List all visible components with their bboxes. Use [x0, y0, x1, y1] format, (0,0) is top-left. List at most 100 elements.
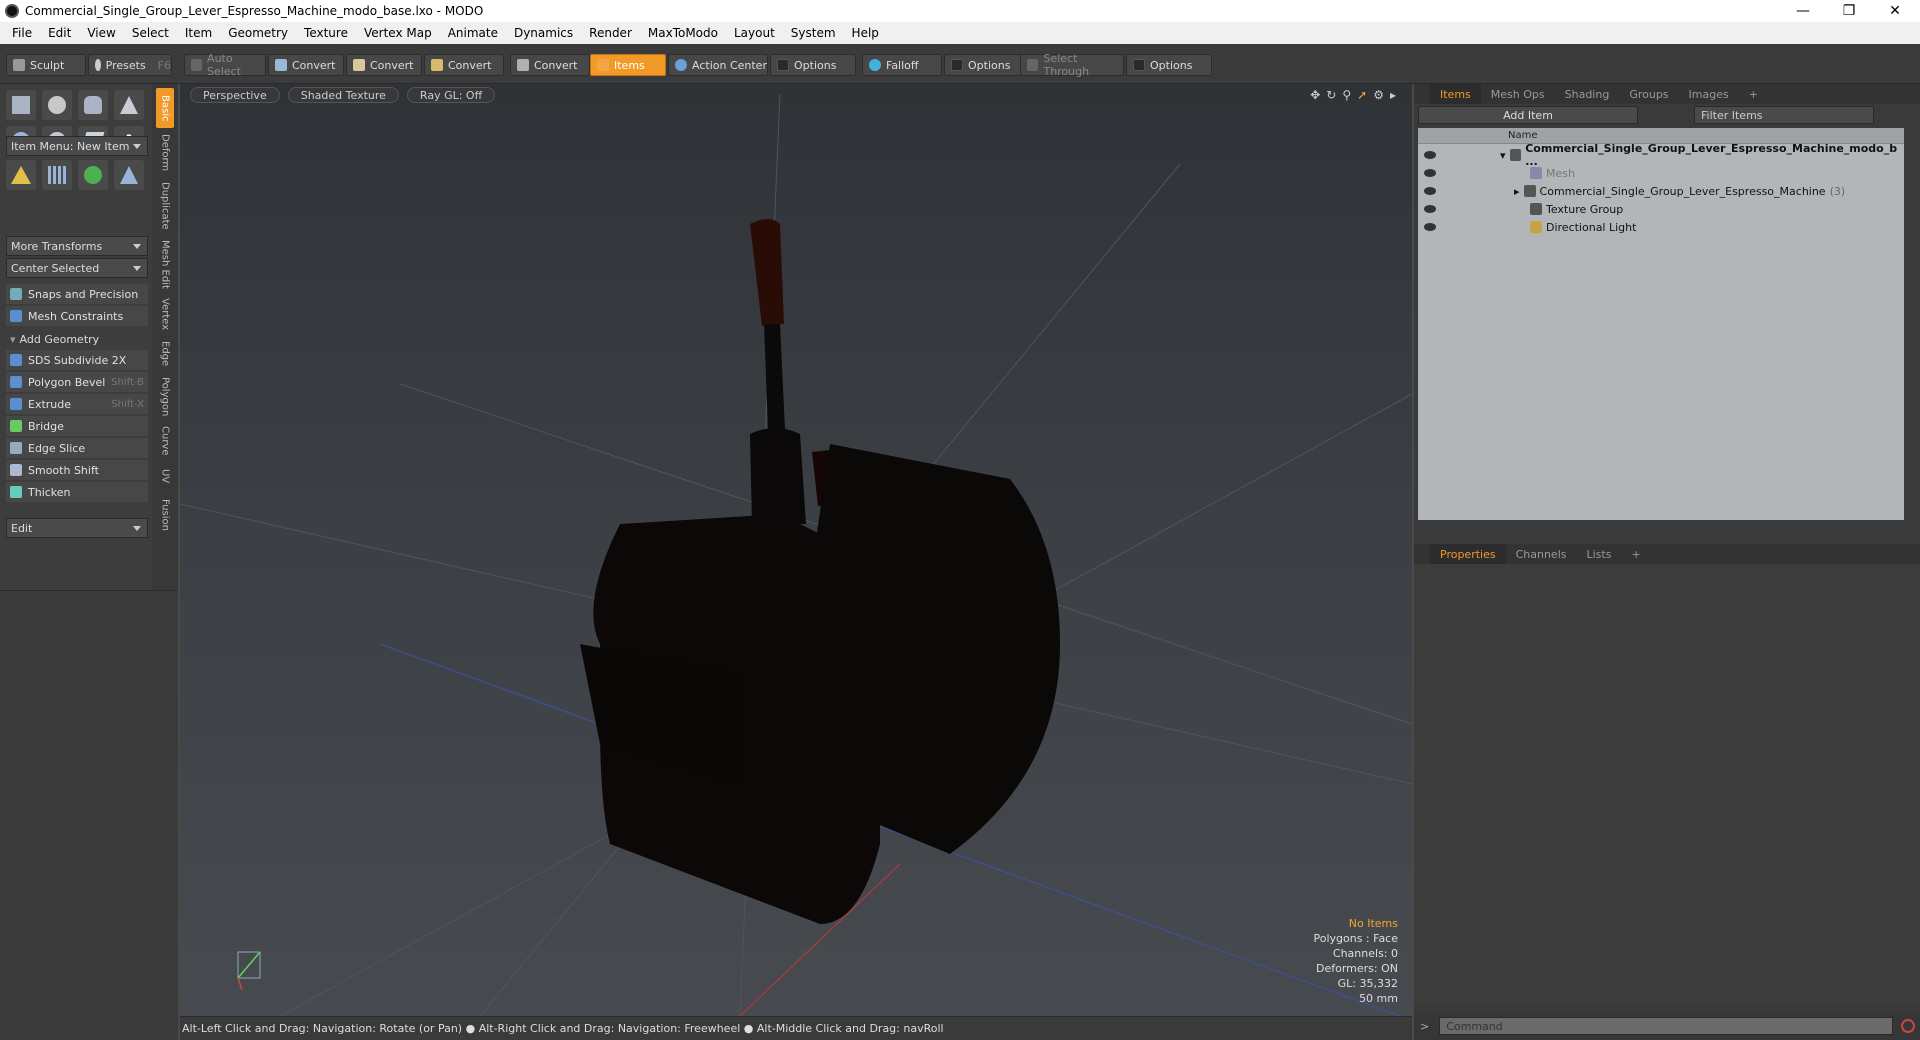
record-icon[interactable] [1901, 1019, 1916, 1033]
visibility-eye-icon[interactable] [1424, 151, 1436, 159]
falloff-button[interactable]: Falloff [862, 54, 942, 76]
3d-viewport[interactable]: Perspective Shaded Texture Ray GL: Off ✥… [180, 84, 1412, 1016]
transform-button[interactable] [6, 160, 36, 190]
mesh-constraints-button[interactable]: Mesh Constraints [6, 306, 148, 326]
tab-images[interactable]: Images [1679, 84, 1739, 104]
menu-item[interactable]: Item [177, 26, 220, 40]
center-selected-dropdown[interactable]: Center Selected [6, 258, 148, 278]
tree-row-texture-group[interactable]: Texture Group [1418, 200, 1904, 218]
add-item-dropdown[interactable]: Add Item [1418, 106, 1638, 124]
tab-items[interactable]: Items [1430, 84, 1481, 104]
tab-lists[interactable]: Lists [1577, 544, 1622, 564]
tab-channels[interactable]: Channels [1506, 544, 1577, 564]
select-through-button[interactable]: Select Through [1020, 52, 1124, 78]
menu-system[interactable]: System [783, 26, 844, 40]
vtab-basic[interactable]: Basic [156, 88, 174, 128]
extrude-button[interactable]: Extrude Shift-X [6, 394, 148, 414]
menu-maxtomodo[interactable]: MaxToModo [640, 26, 726, 40]
menu-texture[interactable]: Texture [296, 26, 356, 40]
tree-row-group[interactable]: ▸ Commercial_Single_Group_Lever_Espresso_… [1418, 182, 1904, 200]
add-tab-icon[interactable]: + [1621, 544, 1650, 564]
cone-primitive-button[interactable] [114, 90, 144, 120]
restore-icon[interactable]: ❐ [1826, 0, 1872, 22]
viewport-expand-icon[interactable]: ▸ [1390, 88, 1396, 102]
bridge-button[interactable]: Bridge [6, 416, 148, 436]
item-menu-dropdown[interactable]: Item Menu: New Item [6, 136, 148, 156]
edit-dropdown[interactable]: Edit [6, 518, 148, 538]
vtab-uv[interactable]: UV [156, 462, 174, 490]
vtab-polygon[interactable]: Polygon [156, 374, 174, 420]
vtab-duplicate[interactable]: Duplicate [156, 178, 174, 234]
convert-vertices-button[interactable]: Convert [268, 54, 344, 76]
menu-geometry[interactable]: Geometry [220, 26, 296, 40]
smooth-shift-button[interactable]: Smooth Shift [6, 460, 148, 480]
tab-groups[interactable]: Groups [1619, 84, 1678, 104]
grid-button[interactable] [42, 160, 72, 190]
snaps-precision-button[interactable]: Snaps and Precision [6, 284, 148, 304]
fit-view-icon[interactable]: ➚ [1357, 88, 1367, 102]
menu-select[interactable]: Select [124, 26, 177, 40]
edge-slice-button[interactable]: Edge Slice [6, 438, 148, 458]
vtab-vertex[interactable]: Vertex [156, 294, 174, 334]
tab-mesh-ops[interactable]: Mesh Ops [1481, 84, 1555, 104]
tab-properties[interactable]: Properties [1430, 544, 1506, 564]
menu-layout[interactable]: Layout [726, 26, 783, 40]
visibility-eye-icon[interactable] [1424, 169, 1436, 177]
add-geometry-header[interactable]: ▾ Add Geometry [6, 330, 148, 348]
raygl-toggle[interactable]: Ray GL: Off [406, 87, 496, 103]
tree-row-scene[interactable]: ▾ Commercial_Single_Group_Lever_Espresso_… [1418, 142, 1904, 168]
presets-button[interactable]: Presets F6 [88, 54, 172, 76]
globe-button[interactable] [78, 160, 108, 190]
more-transforms-dropdown[interactable]: More Transforms [6, 236, 148, 256]
visibility-eye-icon[interactable] [1424, 223, 1436, 231]
zoom-view-icon[interactable]: ⚲ [1342, 88, 1351, 102]
menu-file[interactable]: File [4, 26, 40, 40]
visibility-eye-icon[interactable] [1424, 187, 1436, 195]
vtab-edge[interactable]: Edge [156, 336, 174, 372]
tree-row-light[interactable]: Directional Light [1418, 218, 1904, 236]
menu-dynamics[interactable]: Dynamics [506, 26, 581, 40]
items-mode-button[interactable]: Items [590, 54, 666, 76]
viewport-settings-icon[interactable]: ⚙ [1373, 88, 1384, 102]
tab-shading[interactable]: Shading [1555, 84, 1620, 104]
menu-vertex-map[interactable]: Vertex Map [356, 26, 440, 40]
select-options-button[interactable]: Options [1126, 54, 1212, 76]
action-center-options-button[interactable]: Options [770, 54, 856, 76]
thicken-button[interactable]: Thicken [6, 482, 148, 502]
command-input[interactable]: Command [1439, 1017, 1894, 1035]
expand-arrow-icon[interactable]: ▾ [1500, 149, 1506, 162]
tree-row-mesh[interactable]: Mesh [1418, 164, 1904, 182]
minimize-icon[interactable]: — [1780, 0, 1826, 22]
vtab-fusion[interactable]: Fusion [156, 492, 174, 538]
falloff-options-button[interactable]: Options [944, 54, 1030, 76]
visibility-eye-icon[interactable] [1424, 205, 1436, 213]
view-mode-button[interactable]: Perspective [190, 87, 280, 103]
convert-edges-button[interactable]: Convert [346, 54, 422, 76]
menu-edit[interactable]: Edit [40, 26, 79, 40]
action-center-button[interactable]: Action Center [668, 54, 768, 76]
menu-view[interactable]: View [79, 26, 123, 40]
filter-items-input[interactable]: Filter Items [1694, 106, 1874, 124]
vtab-mesh-edit[interactable]: Mesh Edit [156, 236, 174, 292]
add-tab-icon[interactable]: + [1739, 84, 1768, 104]
convert-materials-button[interactable]: Convert [510, 54, 590, 76]
polygon-bevel-button[interactable]: Polygon Bevel Shift-B [6, 372, 148, 392]
item-list-tree[interactable]: Name ▾ Commercial_Single_Group_Lever_Espr… [1418, 128, 1904, 520]
sculpt-button[interactable]: Sculpt [6, 54, 86, 76]
cube-primitive-button[interactable] [6, 90, 36, 120]
menu-help[interactable]: Help [844, 26, 887, 40]
convert-polygons-button[interactable]: Convert [424, 54, 504, 76]
menu-render[interactable]: Render [581, 26, 640, 40]
cylinder-primitive-button[interactable] [78, 90, 108, 120]
menu-animate[interactable]: Animate [440, 26, 506, 40]
pyramid-button[interactable] [114, 160, 144, 190]
sphere-primitive-button[interactable] [42, 90, 72, 120]
rotate-view-icon[interactable]: ↻ [1326, 88, 1336, 102]
vtab-curve[interactable]: Curve [156, 422, 174, 460]
shading-mode-button[interactable]: Shaded Texture [287, 87, 399, 103]
close-icon[interactable]: ✕ [1872, 0, 1918, 22]
move-view-icon[interactable]: ✥ [1310, 88, 1320, 102]
sds-subdivide-button[interactable]: SDS Subdivide 2X [6, 350, 148, 370]
vtab-deform[interactable]: Deform [156, 130, 174, 176]
auto-select-button[interactable]: Auto Select [184, 52, 266, 78]
